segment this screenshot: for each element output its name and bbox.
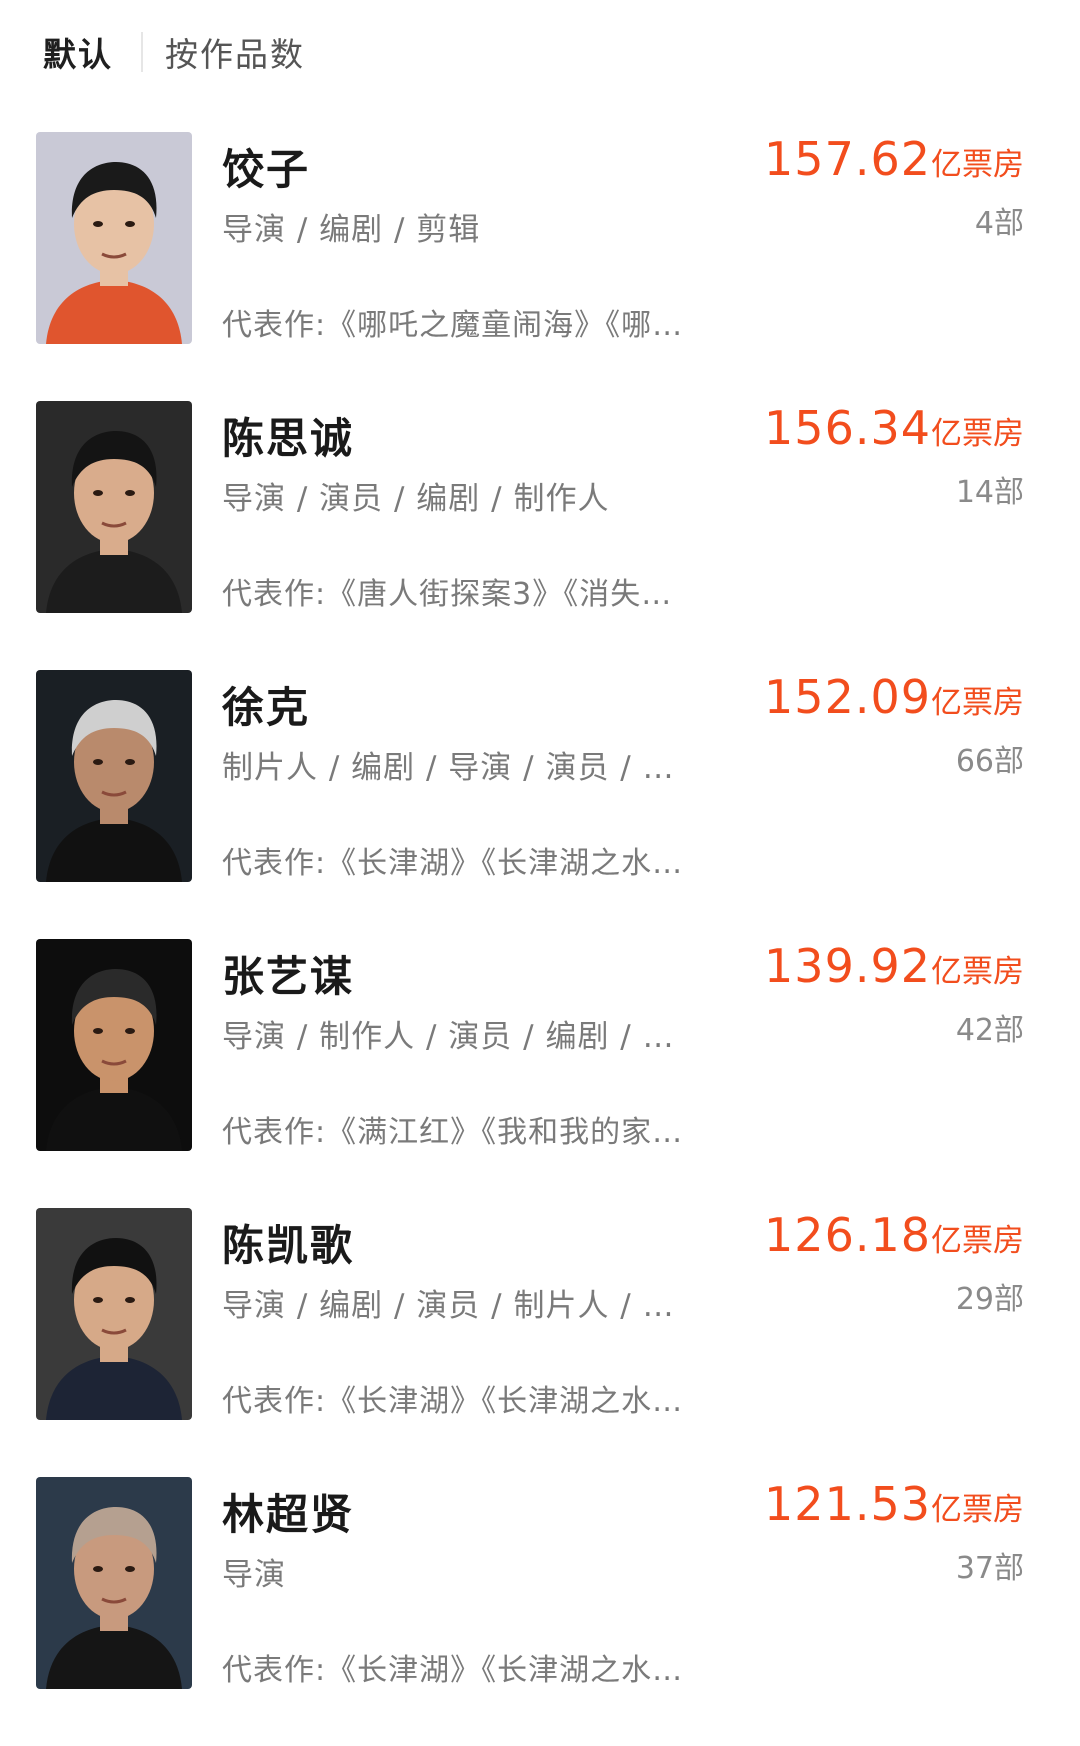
box-office-unit: 亿票房 — [931, 685, 1024, 721]
box-office: 156.34亿票房 — [764, 401, 1024, 455]
box-office: 152.09亿票房 — [764, 670, 1024, 724]
person-roles: 导演 / 编剧 / 剪辑 — [222, 212, 481, 248]
box-office-value: 139.92 — [764, 939, 931, 993]
person-roles: 导演 / 编剧 / 演员 / 制片人 / … — [222, 1288, 675, 1324]
person-row[interactable]: 陈思诚导演 / 演员 / 编剧 / 制作人代表作:《唐人街探案3》《消失… 156… — [0, 401, 1080, 670]
person-name: 陈思诚 — [222, 414, 355, 463]
box-office-value: 126.18 — [764, 1208, 931, 1262]
box-office-value: 157.62 — [764, 132, 931, 186]
box-office-value: 156.34 — [764, 401, 931, 455]
box-office-unit: 亿票房 — [931, 1492, 1024, 1528]
box-office-value: 121.53 — [764, 1477, 931, 1531]
representative-works: 代表作:《唐人街探案3》《消失… — [222, 577, 673, 612]
representative-works: 代表作:《长津湖》《长津湖之水… — [222, 1653, 684, 1688]
person-avatar — [36, 939, 192, 1151]
person-avatar — [36, 670, 192, 882]
box-office: 157.62亿票房 — [764, 132, 1024, 186]
sort-tab-by-works[interactable]: 按作品数 — [165, 28, 305, 76]
person-name: 林超贤 — [222, 1490, 355, 1539]
person-name: 徐克 — [222, 683, 311, 732]
person-row[interactable]: 饺子导演 / 编剧 / 剪辑代表作:《哪吒之魔童闹海》《哪… 157.62亿票房 4… — [0, 132, 1080, 401]
works-count: 14部 — [955, 475, 1024, 510]
box-office-unit: 亿票房 — [931, 1223, 1024, 1259]
person-roles: 导演 / 演员 / 编剧 / 制作人 — [222, 481, 610, 517]
person-avatar — [36, 132, 192, 344]
sort-bar: 默认 按作品数 — [0, 0, 1080, 104]
representative-works: 代表作:《哪吒之魔童闹海》《哪… — [222, 308, 684, 343]
works-count: 29部 — [955, 1282, 1024, 1317]
box-office: 139.92亿票房 — [764, 939, 1024, 993]
person-avatar — [36, 1477, 192, 1689]
box-office-value: 152.09 — [764, 670, 931, 724]
person-avatar — [36, 1208, 192, 1420]
representative-works: 代表作:《满江红》《我和我的家… — [222, 1115, 684, 1150]
person-list: 饺子 导演 / 编剧 / 剪辑 代表作:《哪吒之魔童闹海》《哪… 157.62亿票房 4… — [0, 132, 1080, 1746]
person-row[interactable]: 徐克制片人 / 编剧 / 导演 / 演员 / … 代表作:《长津湖》《长津湖之水…… — [0, 670, 1080, 939]
box-office-unit: 亿票房 — [931, 954, 1024, 990]
box-office-unit: 亿票房 — [931, 147, 1024, 183]
representative-works: 代表作:《长津湖》《长津湖之水… — [222, 1384, 684, 1419]
box-office-unit: 亿票房 — [931, 416, 1024, 452]
works-count: 42部 — [955, 1013, 1024, 1048]
sort-tab-default[interactable]: 默认 — [43, 28, 113, 76]
person-row[interactable]: 林超贤导演代表作:《长津湖》《长津湖之水… 121.53亿票房 37部 — [0, 1477, 1080, 1746]
person-row[interactable]: 张艺谋导演 / 制作人 / 演员 / 编剧 / … 代表作:《满江红》《我和我的家… — [0, 939, 1080, 1208]
person-roles: 导演 / 制作人 / 演员 / 编剧 / … — [222, 1019, 675, 1055]
person-name: 张艺谋 — [222, 952, 355, 1001]
person-roles: 制片人 / 编剧 / 导演 / 演员 / … — [222, 750, 675, 786]
person-row[interactable]: 陈凯歌导演 / 编剧 / 演员 / 制片人 / … 代表作:《长津湖》《长津湖之水… — [0, 1208, 1080, 1477]
works-count: 66部 — [955, 744, 1024, 779]
works-count: 4部 — [974, 206, 1024, 241]
works-count: 37部 — [955, 1551, 1024, 1586]
person-name: 陈凯歌 — [222, 1221, 355, 1270]
person-roles: 导演 — [222, 1557, 286, 1593]
sort-divider — [141, 32, 143, 72]
box-office: 121.53亿票房 — [764, 1477, 1024, 1531]
person-avatar — [36, 401, 192, 613]
box-office: 126.18亿票房 — [764, 1208, 1024, 1262]
person-name: 饺子 — [222, 145, 311, 194]
representative-works: 代表作:《长津湖》《长津湖之水… — [222, 846, 684, 881]
